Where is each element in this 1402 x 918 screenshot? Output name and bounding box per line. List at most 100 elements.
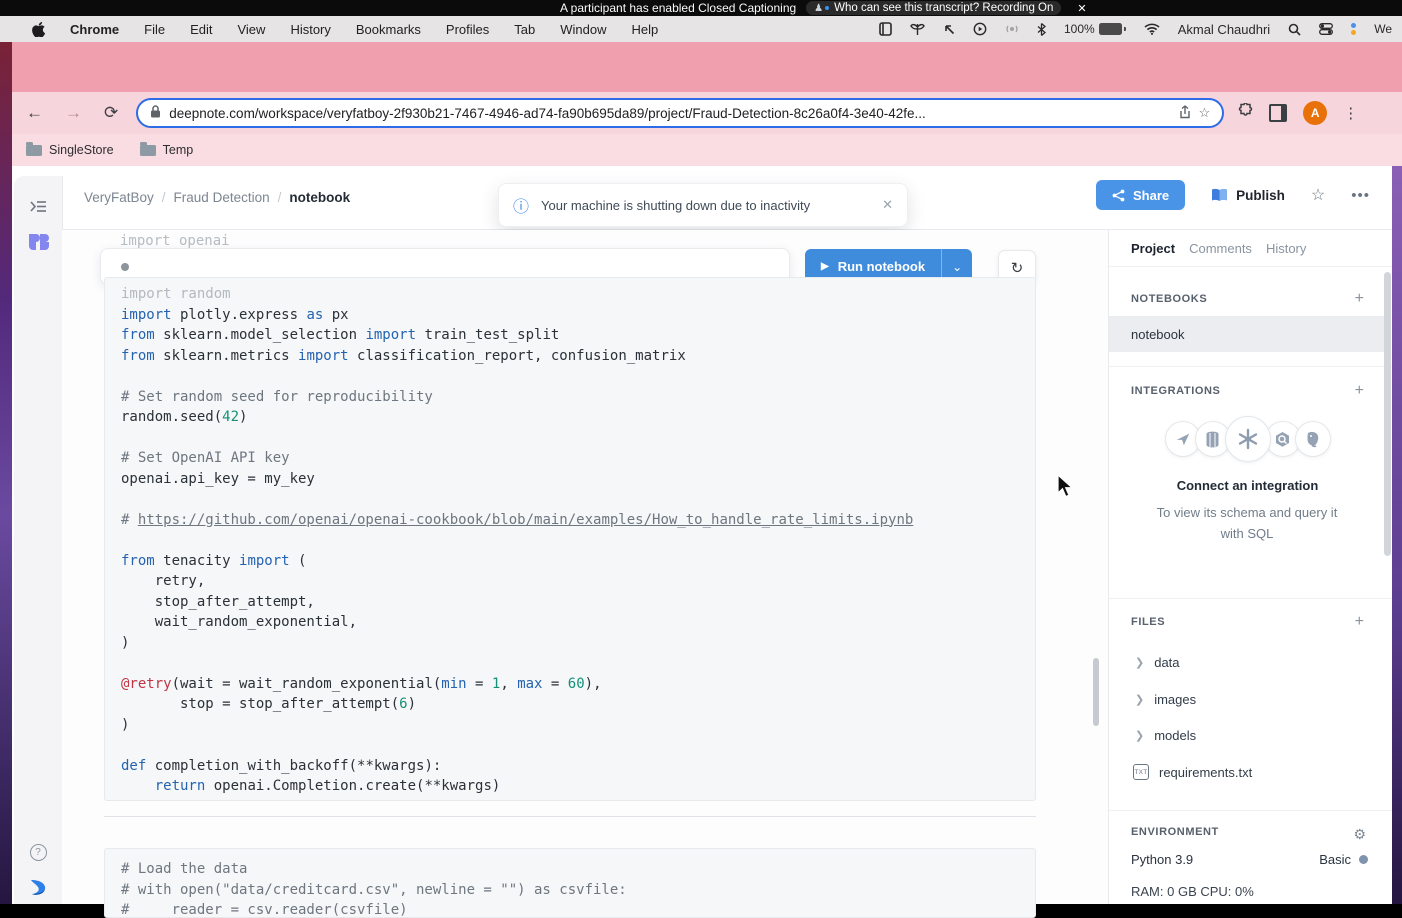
battery-indicator[interactable]: 100% bbox=[1064, 22, 1126, 36]
code-line: # reader = csv.reader(csvfile) bbox=[121, 900, 1035, 918]
wifi-icon[interactable] bbox=[1144, 23, 1160, 35]
postgres-integration-icon[interactable] bbox=[1295, 421, 1331, 457]
mouse-cursor bbox=[1057, 474, 1075, 505]
menu-view[interactable]: View bbox=[237, 22, 265, 37]
blue-dot-icon bbox=[825, 6, 829, 10]
menu-profiles[interactable]: Profiles bbox=[446, 22, 489, 37]
cursor-app-icon[interactable] bbox=[943, 23, 955, 35]
favorite-star-icon[interactable]: ☆ bbox=[1311, 185, 1325, 205]
menubar-status-dots bbox=[1351, 23, 1356, 35]
menu-tab[interactable]: Tab bbox=[514, 22, 535, 37]
connect-integration-title[interactable]: Connect an integration bbox=[1109, 478, 1386, 493]
machine-label[interactable]: Basic bbox=[1319, 852, 1351, 867]
back-button[interactable]: ← bbox=[26, 103, 43, 123]
environment-stats: RAM: 0 GB CPU: 0% bbox=[1131, 884, 1254, 899]
apple-logo-icon[interactable] bbox=[32, 22, 45, 37]
breadcrumb-fraud-detection[interactable]: Fraud Detection bbox=[174, 190, 270, 205]
project-sidebar: ProjectCommentsHistory NOTEBOOKS + noteb… bbox=[1108, 230, 1392, 904]
forward-button[interactable]: → bbox=[65, 103, 82, 123]
add-file-button[interactable]: + bbox=[1355, 613, 1364, 631]
toast-close-icon[interactable]: ✕ bbox=[882, 197, 893, 213]
sidebar-tab-comments[interactable]: Comments bbox=[1189, 241, 1252, 256]
bookmark-folder-singlestore[interactable]: SingleStore bbox=[26, 143, 114, 157]
left-rail: ? bbox=[14, 176, 63, 904]
macos-menu-bar: Chrome File Edit View History Bookmarks Profi… bbox=[0, 16, 1402, 42]
book-icon bbox=[1211, 188, 1228, 202]
machine-status-dot bbox=[1359, 855, 1368, 864]
profile-avatar[interactable]: A bbox=[1303, 101, 1327, 125]
menu-help[interactable]: Help bbox=[632, 22, 659, 37]
close-icon[interactable]: ✕ bbox=[1077, 2, 1086, 15]
bluetooth-icon[interactable] bbox=[1037, 23, 1046, 36]
menubar-username[interactable]: Akmal Chaudhri bbox=[1178, 22, 1271, 37]
runtime-label[interactable]: Python 3.9 bbox=[1131, 852, 1193, 867]
add-notebook-button[interactable]: + bbox=[1355, 290, 1364, 308]
breadcrumb-veryfatboy[interactable]: VeryFatBoy bbox=[84, 190, 154, 205]
menu-file[interactable]: File bbox=[144, 22, 165, 37]
file-folder-images[interactable]: ❯images bbox=[1135, 692, 1196, 707]
code-line: stop = stop_after_attempt(6) bbox=[121, 694, 1035, 715]
breadcrumb-notebook[interactable]: notebook bbox=[289, 190, 350, 205]
code-line: from sklearn.metrics import classificati… bbox=[121, 346, 1035, 367]
sidebar-item-notebook[interactable]: notebook bbox=[1109, 316, 1386, 352]
code-block-load-data[interactable]: # Load the data# with open("data/creditc… bbox=[104, 848, 1036, 918]
bookmark-star-icon[interactable]: ☆ bbox=[1199, 105, 1211, 121]
sidebar-tab-project[interactable]: Project bbox=[1131, 241, 1175, 256]
code-line: random.seed(42) bbox=[121, 407, 1035, 428]
main-scrollbar-thumb[interactable] bbox=[1093, 658, 1099, 726]
block-divider bbox=[104, 816, 1036, 817]
snowflake-integration-icon[interactable] bbox=[1225, 416, 1271, 462]
code-line: # https://github.com/openai/openai-cookb… bbox=[121, 510, 1035, 531]
publish-button[interactable]: Publish bbox=[1211, 188, 1285, 203]
more-options-icon[interactable]: ••• bbox=[1351, 187, 1370, 204]
help-icon[interactable]: ? bbox=[14, 844, 62, 861]
code-line: wait_random_exponential, bbox=[121, 612, 1035, 633]
menu-edit[interactable]: Edit bbox=[190, 22, 212, 37]
expand-sidebar-icon[interactable] bbox=[14, 200, 62, 213]
share-button[interactable]: Share bbox=[1096, 180, 1185, 210]
spotlight-search-icon[interactable] bbox=[1288, 23, 1301, 36]
code-line bbox=[121, 489, 1035, 510]
utility-app-icon[interactable] bbox=[910, 23, 925, 36]
breadcrumb-separator: / bbox=[162, 190, 166, 205]
lock-icon bbox=[150, 105, 161, 121]
bookmark-folder-temp[interactable]: Temp bbox=[140, 143, 194, 157]
divider bbox=[1109, 366, 1392, 367]
airplay-icon[interactable] bbox=[1005, 23, 1019, 35]
file-folder-data[interactable]: ❯data bbox=[1135, 655, 1180, 670]
code-line: import plotly.express as px bbox=[121, 305, 1035, 326]
apps-icon[interactable] bbox=[14, 232, 62, 252]
menu-chrome[interactable]: Chrome bbox=[70, 22, 119, 37]
add-integration-button[interactable]: + bbox=[1355, 382, 1364, 400]
more-menu-icon[interactable]: ⋮ bbox=[1343, 104, 1358, 122]
extensions-puzzle-icon[interactable] bbox=[1238, 103, 1253, 123]
control-center-icon[interactable] bbox=[1319, 23, 1333, 35]
divider bbox=[1109, 266, 1392, 267]
reload-button[interactable]: ⟳ bbox=[104, 103, 118, 123]
folder-icon bbox=[140, 145, 156, 156]
chevron-right-icon: ❯ bbox=[1135, 693, 1144, 706]
code-line: ) bbox=[121, 633, 1035, 654]
transcript-pill[interactable]: ♟ Who can see this transcript? Recording… bbox=[806, 1, 1061, 15]
menu-bookmarks[interactable]: Bookmarks bbox=[356, 22, 421, 37]
menubar-clock[interactable]: We bbox=[1374, 22, 1392, 36]
code-line: return openai.Completion.create(**kwargs… bbox=[121, 776, 1035, 797]
file-requirements-txt[interactable]: TXTrequirements.txt bbox=[1133, 764, 1252, 780]
inactivity-toast: ⓘ Your machine is shutting down due to i… bbox=[498, 183, 908, 227]
menu-window[interactable]: Window bbox=[560, 22, 606, 37]
environment-settings-gear-icon[interactable]: ⚙ bbox=[1353, 826, 1366, 843]
side-panel-icon[interactable] bbox=[1269, 104, 1287, 122]
code-line: from tenacity import ( bbox=[121, 551, 1035, 572]
menu-history[interactable]: History bbox=[290, 22, 330, 37]
share-page-icon[interactable] bbox=[1179, 105, 1191, 122]
toast-message: Your machine is shutting down due to ina… bbox=[541, 198, 870, 213]
address-bar[interactable]: deepnote.com/workspace/veryfatboy-2f930b… bbox=[136, 98, 1224, 128]
file-folder-models[interactable]: ❯models bbox=[1135, 728, 1196, 743]
code-block-imports[interactable]: import randomimport plotly.express as px… bbox=[104, 277, 1036, 801]
sidebar-scrollbar-thumb[interactable] bbox=[1384, 272, 1391, 556]
sidebar-tab-history[interactable]: History bbox=[1266, 241, 1306, 256]
notebook-app-icon[interactable] bbox=[879, 22, 892, 36]
deepnote-logo[interactable] bbox=[14, 878, 62, 898]
breadcrumb: VeryFatBoy/Fraud Detection/notebook bbox=[84, 190, 350, 205]
play-circle-icon[interactable] bbox=[973, 22, 987, 36]
